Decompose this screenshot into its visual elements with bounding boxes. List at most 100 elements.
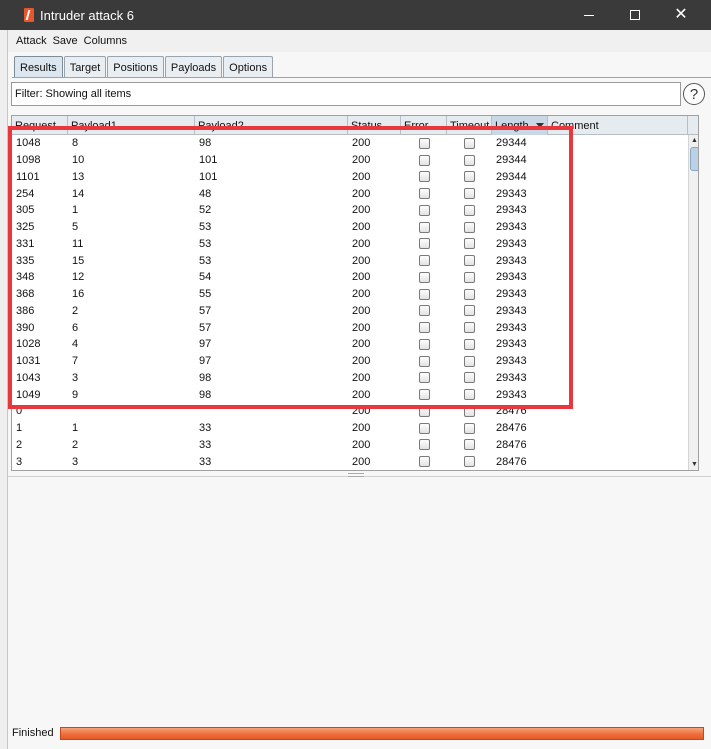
timeout-checkbox[interactable] bbox=[464, 271, 475, 283]
error-checkbox[interactable] bbox=[418, 372, 430, 384]
cell-length: 29344 bbox=[496, 154, 527, 167]
table-row[interactable]: 254 14 48 200 29343 bbox=[12, 185, 688, 202]
error-checkbox[interactable] bbox=[418, 171, 430, 183]
table-row[interactable]: 1049 9 98 200 29343 bbox=[12, 386, 688, 403]
tab-options[interactable]: Options bbox=[223, 56, 274, 78]
error-checkbox[interactable] bbox=[418, 305, 430, 317]
tab-target[interactable]: Target bbox=[63, 56, 107, 78]
timeout-checkbox[interactable] bbox=[464, 389, 475, 401]
table-row[interactable]: 0 200 28476 bbox=[12, 403, 688, 420]
timeout-checkbox[interactable] bbox=[464, 338, 475, 350]
tab-positions[interactable]: Positions bbox=[107, 56, 164, 78]
error-checkbox[interactable] bbox=[418, 255, 430, 267]
column-status[interactable]: Status bbox=[348, 116, 401, 135]
timeout-checkbox[interactable] bbox=[464, 238, 475, 250]
error-checkbox[interactable] bbox=[418, 238, 430, 250]
error-checkbox[interactable] bbox=[418, 389, 430, 401]
timeout-checkbox[interactable] bbox=[464, 372, 475, 384]
table-row[interactable]: 368 16 55 200 29343 bbox=[12, 286, 688, 303]
timeout-checkbox[interactable] bbox=[464, 422, 475, 434]
menu-save[interactable]: Save bbox=[53, 35, 78, 47]
timeout-checkbox[interactable] bbox=[464, 456, 475, 468]
table-row[interactable]: 2 2 33 200 28476 bbox=[12, 437, 688, 454]
scroll-thumb[interactable] bbox=[690, 147, 698, 171]
column-payload2[interactable]: Payload2 bbox=[195, 116, 348, 135]
table-row[interactable]: 1098 10 101 200 29344 bbox=[12, 152, 688, 169]
column-error[interactable]: Error bbox=[401, 116, 447, 135]
table-row[interactable]: 1028 4 97 200 29343 bbox=[12, 336, 688, 353]
split-pane-handle[interactable] bbox=[348, 473, 364, 477]
tab-results[interactable]: Results bbox=[14, 56, 63, 78]
cell-payload1: 4 bbox=[72, 338, 79, 351]
close-button[interactable]: ✕ bbox=[658, 0, 704, 30]
error-checkbox[interactable] bbox=[418, 322, 430, 334]
timeout-checkbox[interactable] bbox=[464, 322, 475, 334]
error-checkbox[interactable] bbox=[418, 137, 430, 149]
table-row[interactable]: 325 5 53 200 29343 bbox=[12, 219, 688, 236]
cell-timeout bbox=[447, 255, 492, 267]
cell-timeout bbox=[447, 305, 492, 317]
cell-timeout bbox=[447, 322, 492, 334]
error-checkbox[interactable] bbox=[418, 355, 430, 367]
title-bar[interactable]: Intruder attack 6 ✕ bbox=[0, 0, 711, 30]
timeout-checkbox[interactable] bbox=[464, 355, 475, 367]
timeout-checkbox[interactable] bbox=[464, 204, 475, 216]
cell-payload1: 3 bbox=[72, 455, 79, 468]
table-row[interactable]: 335 15 53 200 29343 bbox=[12, 252, 688, 269]
table-row[interactable]: 3 3 33 200 28476 bbox=[12, 453, 688, 470]
timeout-checkbox[interactable] bbox=[464, 305, 475, 317]
cell-request: 2 bbox=[16, 438, 23, 451]
timeout-checkbox[interactable] bbox=[464, 288, 475, 300]
scroll-up-arrow-icon[interactable]: ▲ bbox=[689, 135, 698, 146]
column-payload1[interactable]: Payload1 bbox=[68, 116, 195, 135]
timeout-checkbox[interactable] bbox=[464, 171, 475, 183]
error-checkbox[interactable] bbox=[418, 188, 430, 200]
timeout-checkbox[interactable] bbox=[464, 255, 475, 267]
error-checkbox[interactable] bbox=[418, 456, 430, 468]
timeout-checkbox[interactable] bbox=[464, 439, 475, 451]
table-row[interactable]: 1031 7 97 200 29343 bbox=[12, 353, 688, 370]
cell-payload1: 5 bbox=[72, 221, 79, 234]
column-request[interactable]: Request bbox=[12, 116, 68, 135]
table-row[interactable]: 1043 3 98 200 29343 bbox=[12, 370, 688, 387]
menu-attack[interactable]: Attack bbox=[16, 35, 47, 47]
table-row[interactable]: 1048 8 98 200 29344 bbox=[12, 135, 688, 152]
error-checkbox[interactable] bbox=[418, 154, 430, 166]
table-row[interactable]: 390 6 57 200 29343 bbox=[12, 319, 688, 336]
error-checkbox[interactable] bbox=[418, 221, 430, 233]
error-checkbox[interactable] bbox=[418, 439, 430, 451]
timeout-checkbox[interactable] bbox=[464, 221, 475, 233]
error-checkbox[interactable] bbox=[418, 405, 430, 417]
error-checkbox[interactable] bbox=[418, 288, 430, 300]
column-timeout[interactable]: Timeout bbox=[447, 116, 492, 135]
column-length[interactable]: Length bbox=[492, 116, 548, 135]
timeout-checkbox[interactable] bbox=[464, 137, 475, 149]
tab-payloads[interactable]: Payloads bbox=[164, 56, 223, 78]
table-row[interactable]: 386 2 57 200 29343 bbox=[12, 303, 688, 320]
table-row[interactable]: 1101 13 101 200 29344 bbox=[12, 169, 688, 186]
cell-length: 29343 bbox=[496, 221, 527, 234]
maximize-button[interactable] bbox=[612, 0, 658, 30]
table-row[interactable]: 305 1 52 200 29343 bbox=[12, 202, 688, 219]
minimize-button[interactable] bbox=[566, 0, 612, 30]
filter-bar[interactable]: Filter: Showing all items bbox=[11, 82, 681, 106]
error-checkbox[interactable] bbox=[418, 338, 430, 350]
error-checkbox[interactable] bbox=[418, 204, 430, 216]
cell-length: 28476 bbox=[496, 422, 527, 435]
cell-status: 200 bbox=[352, 388, 371, 401]
error-checkbox[interactable] bbox=[418, 271, 430, 283]
cell-request: 3 bbox=[16, 455, 23, 468]
timeout-checkbox[interactable] bbox=[464, 188, 475, 200]
table-row[interactable]: 1 1 33 200 28476 bbox=[12, 420, 688, 437]
timeout-checkbox[interactable] bbox=[464, 154, 475, 166]
scroll-down-arrow-icon[interactable]: ▼ bbox=[689, 459, 698, 470]
table-row[interactable]: 331 11 53 200 29343 bbox=[12, 236, 688, 253]
help-icon[interactable]: ? bbox=[683, 83, 705, 105]
vertical-scrollbar[interactable]: ▲ ▼ bbox=[688, 135, 698, 470]
error-checkbox[interactable] bbox=[418, 422, 430, 434]
timeout-checkbox[interactable] bbox=[464, 405, 475, 417]
minimize-icon bbox=[584, 14, 594, 16]
menu-columns[interactable]: Columns bbox=[84, 35, 127, 47]
column-comment[interactable]: Comment bbox=[548, 116, 688, 135]
table-row[interactable]: 348 12 54 200 29343 bbox=[12, 269, 688, 286]
